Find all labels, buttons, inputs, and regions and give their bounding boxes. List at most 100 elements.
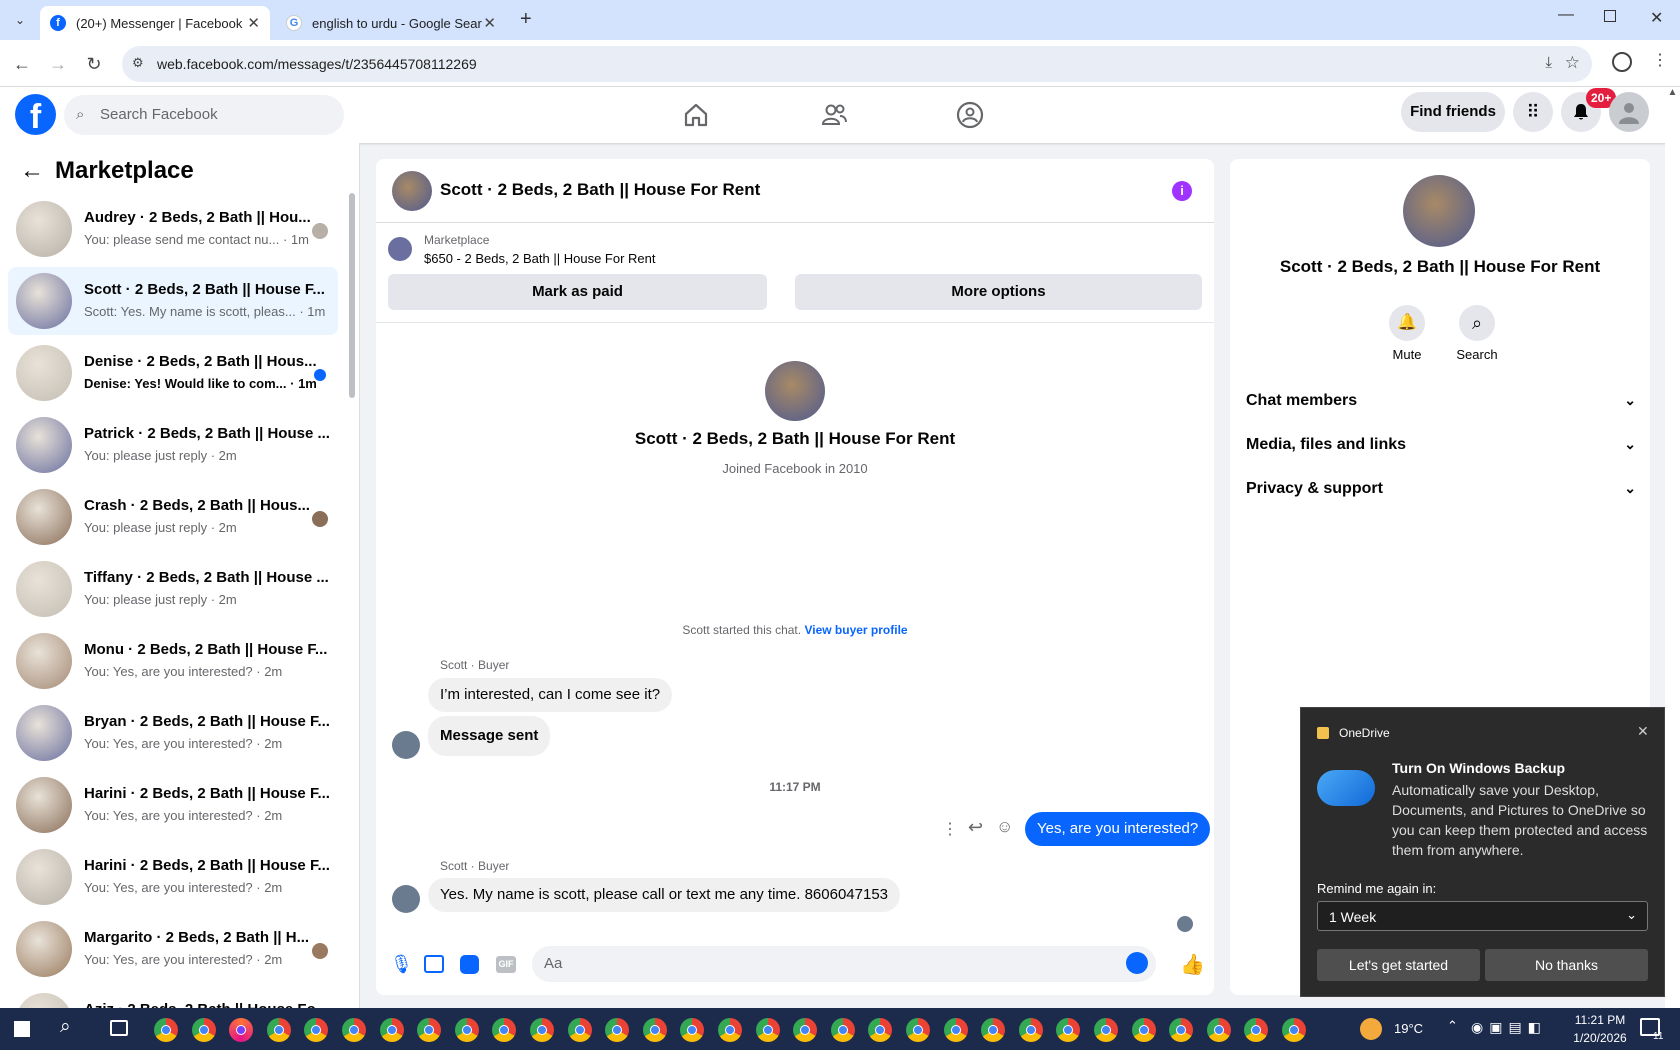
conversation-item[interactable]: Bryan · 2 Beds, 2 Bath || House F... You:… <box>8 699 338 767</box>
message-bubble[interactable]: Message sent <box>428 716 551 756</box>
chrome-icon[interactable] <box>492 1018 517 1042</box>
conversation-item[interactable]: Crash · 2 Beds, 2 Bath || Hous... You: pl… <box>8 483 338 551</box>
chrome-icon[interactable] <box>642 1018 667 1042</box>
chrome-icon[interactable] <box>1056 1018 1081 1042</box>
section-privacy-support[interactable]: Privacy & support ⌄ <box>1246 480 1636 498</box>
chrome-icon[interactable] <box>830 1018 855 1042</box>
facebook-search-input[interactable]: ⌕ Search Facebook <box>64 95 344 135</box>
photo-icon[interactable] <box>424 955 444 973</box>
back-arrow-icon[interactable]: ← <box>20 157 44 185</box>
sticker-icon[interactable] <box>460 955 479 974</box>
my-message-bubble[interactable]: Yes, are you interested? <box>1025 812 1211 846</box>
chrome-icon[interactable] <box>567 1018 592 1042</box>
clock-date[interactable]: 1/20/2026 <box>1566 1031 1634 1045</box>
page-scrollbar[interactable]: ▲ <box>1665 87 1680 1008</box>
back-icon[interactable]: ← <box>10 52 34 76</box>
forward-icon[interactable]: → <box>46 52 70 76</box>
chrome-icon[interactable] <box>1094 1018 1118 1042</box>
close-tab-icon[interactable]: ✕ <box>483 14 496 32</box>
gif-icon[interactable]: GIF <box>496 956 516 973</box>
message-bubble[interactable]: I’m interested, can I come see it? <box>428 678 673 712</box>
chrome-icon[interactable] <box>1206 1018 1231 1042</box>
conversation-item[interactable]: Denise · 2 Beds, 2 Bath || Hous... Denise… <box>8 339 338 407</box>
chrome-icon[interactable] <box>718 1018 742 1042</box>
search-button[interactable]: ⌕ Search <box>1453 305 1501 362</box>
chrome-icon[interactable] <box>154 1018 178 1042</box>
chrome-icon[interactable] <box>530 1018 554 1042</box>
profile-avatar[interactable] <box>765 361 825 421</box>
menu-kebab-icon[interactable]: ⋮ <box>1652 50 1668 70</box>
chrome-icon[interactable] <box>266 1018 291 1042</box>
profile-icon[interactable] <box>1612 52 1632 72</box>
conversation-item[interactable]: Monu · 2 Beds, 2 Bath || House F... You: … <box>8 627 338 695</box>
windows-start-icon[interactable] <box>14 1021 30 1037</box>
chrome-icon[interactable] <box>342 1018 366 1042</box>
message-bubble[interactable]: Yes. My name is scott, please call or te… <box>428 878 901 912</box>
weather-icon[interactable] <box>1360 1018 1382 1040</box>
friends-icon[interactable] <box>820 101 848 129</box>
no-thanks-button[interactable]: No thanks <box>1485 949 1648 981</box>
chrome-icon[interactable] <box>191 1018 216 1042</box>
restore-icon[interactable] <box>1604 10 1616 22</box>
chrome-icon[interactable] <box>868 1018 893 1042</box>
install-icon[interactable]: ⤓ <box>1545 54 1552 71</box>
conversation-item[interactable]: Audrey · 2 Beds, 2 Bath || Hou... You: pl… <box>8 195 338 263</box>
tray-icons[interactable]: ◉▣▤◧ <box>1471 1019 1547 1036</box>
section-media-files-links[interactable]: Media, files and links ⌄ <box>1246 436 1636 454</box>
scroll-up-icon[interactable]: ▲ <box>1665 87 1680 98</box>
section-chat-members[interactable]: Chat members ⌄ <box>1246 392 1636 410</box>
groups-icon[interactable] <box>956 101 984 129</box>
emoji-icon[interactable] <box>1126 952 1148 974</box>
close-icon[interactable]: ✕ <box>1637 723 1649 740</box>
react-emoji-icon[interactable]: ☺ <box>996 817 1013 837</box>
tray-chevron-icon[interactable]: ⌃ <box>1447 1018 1458 1034</box>
chrome-icon[interactable] <box>943 1018 968 1042</box>
site-info-icon[interactable]: ⚙ <box>132 55 144 71</box>
facebook-logo[interactable]: f <box>15 94 56 136</box>
new-tab-icon[interactable]: + <box>520 8 532 31</box>
details-avatar[interactable] <box>1403 175 1475 247</box>
sender-avatar[interactable] <box>392 731 420 759</box>
conversation-item[interactable]: Aziz · 2 Beds, 2 Bath || House Fo... <box>8 987 338 1009</box>
conversation-item[interactable]: Harini · 2 Beds, 2 Bath || House F... You… <box>8 771 338 839</box>
chat-title[interactable]: Scott · 2 Beds, 2 Bath || House For Rent <box>440 180 760 200</box>
message-input[interactable]: Aa <box>532 946 1156 982</box>
chrome-icon[interactable] <box>1244 1018 1269 1042</box>
like-thumbs-up-icon[interactable]: 👍 <box>1180 952 1205 977</box>
mark-as-paid-button[interactable]: Mark as paid <box>388 274 767 310</box>
chrome-icon[interactable] <box>304 1018 329 1042</box>
conversation-item[interactable]: Harini · 2 Beds, 2 Bath || House F... You… <box>8 843 338 911</box>
minimize-icon[interactable]: — <box>1558 6 1574 24</box>
find-friends-button[interactable]: Find friends <box>1401 92 1505 132</box>
chrome-icon[interactable] <box>605 1018 630 1042</box>
microphone-icon[interactable]: 🎙 <box>390 954 413 975</box>
chrome-icon[interactable] <box>755 1018 780 1042</box>
chrome-icon[interactable] <box>454 1018 479 1042</box>
apps-grid-icon[interactable]: ⠿ <box>1513 92 1553 132</box>
home-icon[interactable] <box>682 101 710 129</box>
lets-get-started-button[interactable]: Let's get started <box>1317 949 1480 981</box>
reload-icon[interactable]: ↻ <box>82 52 106 76</box>
remind-select[interactable]: 1 Week ⌄ <box>1317 901 1648 931</box>
conversation-item[interactable]: Tiffany · 2 Beds, 2 Bath || House ... You… <box>8 555 338 623</box>
url-input[interactable]: ⚙ web.facebook.com/messages/t/2356445708… <box>122 46 1592 82</box>
reply-icon[interactable]: ↩ <box>968 817 983 838</box>
firefox-icon[interactable] <box>229 1018 254 1042</box>
bookmark-star-icon[interactable]: ☆ <box>1565 53 1580 73</box>
task-view-icon[interactable] <box>110 1020 128 1036</box>
chrome-icon[interactable] <box>1131 1018 1156 1042</box>
chrome-icon[interactable] <box>680 1018 705 1042</box>
weather-temp[interactable]: 19°C <box>1394 1021 1423 1036</box>
sender-avatar[interactable] <box>392 885 420 913</box>
tab-google[interactable]: G english to urdu - Google Search ✕ <box>276 6 506 40</box>
conversation-item[interactable]: Scott · 2 Beds, 2 Bath || House F... Scot… <box>8 267 338 335</box>
account-avatar[interactable] <box>1609 92 1649 132</box>
view-buyer-profile-link[interactable]: View buyer profile <box>804 623 907 637</box>
chrome-icon[interactable] <box>417 1018 442 1042</box>
close-window-icon[interactable]: ✕ <box>1650 8 1663 28</box>
conversation-item[interactable]: Patrick · 2 Beds, 2 Bath || House ... You… <box>8 411 338 479</box>
chrome-icon[interactable] <box>981 1018 1006 1042</box>
tab-list-icon[interactable]: ⌄ <box>10 10 30 30</box>
info-icon[interactable]: i <box>1172 181 1192 201</box>
conversation-item[interactable]: Margarito · 2 Beds, 2 Bath || H... You: Y… <box>8 915 338 983</box>
